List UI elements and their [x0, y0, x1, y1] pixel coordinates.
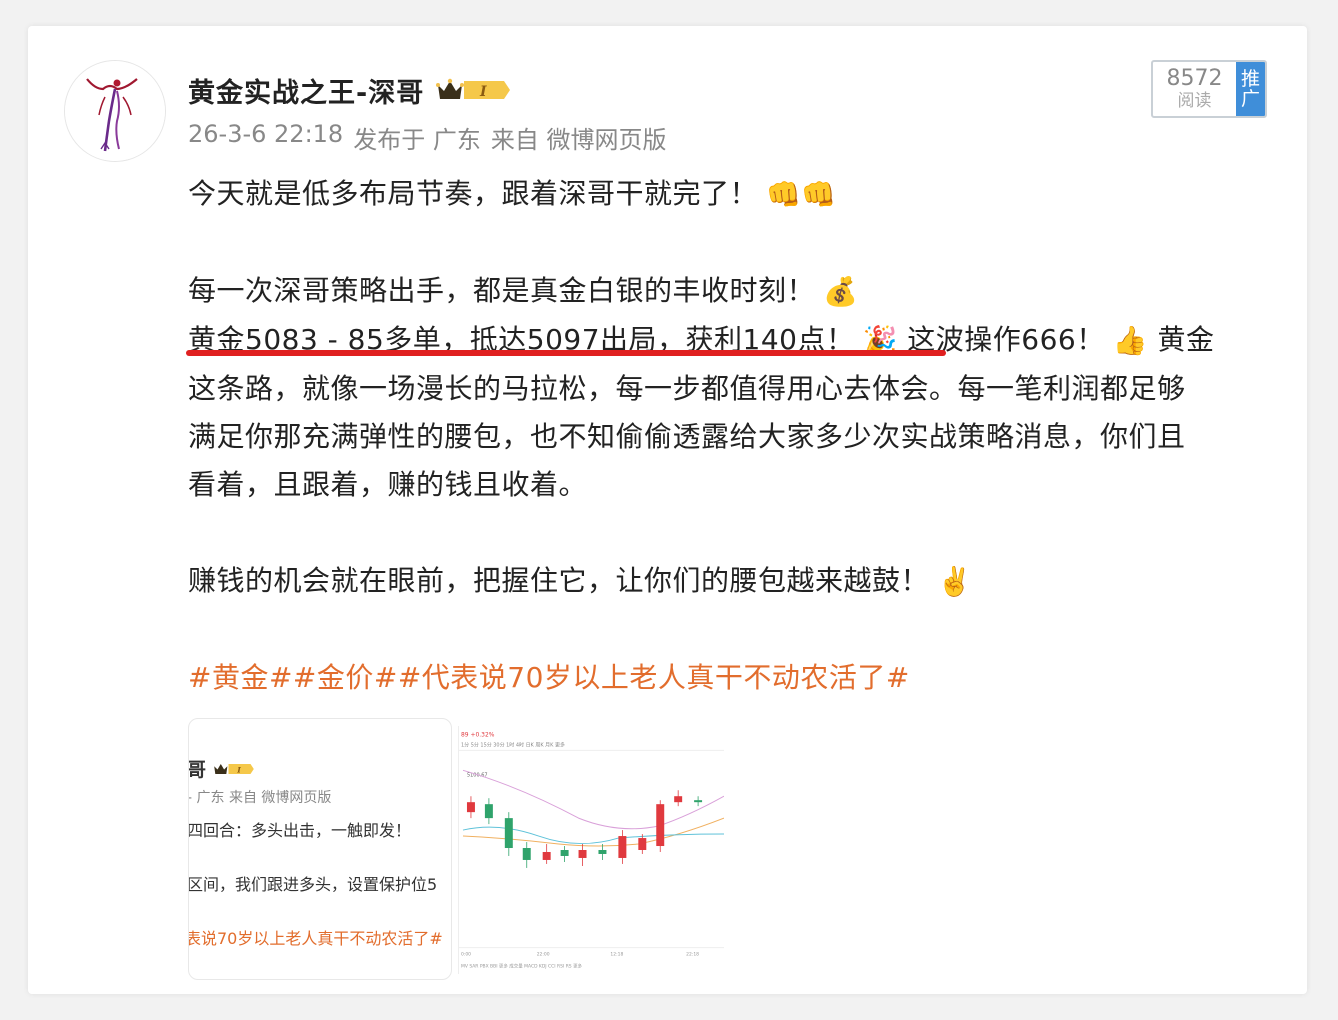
post-meta: 26-3-6 22:18 发布于 广东 来自 微博网页版: [188, 120, 666, 155]
post-source: 来自 微博网页版: [490, 126, 667, 154]
kline-header-text: 89 +0.32%: [461, 731, 495, 738]
kline-candle-body: [504, 818, 513, 849]
thumb1-author-fragment: 哥: [188, 759, 207, 781]
promote-label-2: 广: [1240, 88, 1260, 110]
money-bag-emoji-icon: 💰: [823, 275, 859, 308]
fist-emoji-icon: 👊👊: [766, 178, 837, 211]
thumb1-header: 哥 I: [188, 755, 256, 782]
thumb1-text-2: 区间，我们跟进多头，设置保护位5: [188, 875, 438, 894]
svg-text:MV SAR PBX BBI 更多 成交量 MA: MV SAR PBX BBI 更多 成交量 MACD KDJ CCI RSI R…: [461, 963, 583, 970]
post-line-5: 满足你那充满弹性的腰包，也不知偷偷透露给大家多少次实战策略消息，你们且: [188, 420, 1186, 453]
svg-text:22:00: 22:00: [537, 952, 550, 958]
red-annotation-underline: [186, 350, 946, 356]
hashtags[interactable]: #黄金##金价##代表说70岁以上老人真干不动农活了#: [188, 654, 1268, 702]
thumb1-text-1: 四回合：多头出击，一触即发！: [188, 821, 412, 840]
post-line-4: 这条路，就像一场漫长的马拉松，每一步都值得用心去体会。每一笔利润都足够: [188, 372, 1186, 405]
kline-candle-body: [578, 850, 587, 858]
promote-button[interactable]: 推 广: [1236, 62, 1265, 116]
read-count: 8572 阅读: [1153, 62, 1236, 116]
post-line-7: 赚钱的机会就在眼前，把握住它，让你们的腰包越来越鼓！ ✌️: [188, 557, 1268, 606]
kline-candle-body: [638, 838, 647, 850]
avatar-figure-icon: [65, 61, 165, 161]
svg-text:12:18: 12:18: [610, 952, 623, 958]
read-count-label: 阅读: [1177, 91, 1212, 111]
image-thumbnail-1[interactable]: 哥 I - 广东 来自 微博网页版 四回合：多头出击，一触即发！ 区间，我们跟进…: [188, 718, 452, 980]
author-avatar[interactable]: [64, 60, 166, 162]
thumb1-hashtags: 表说70岁以上老人真干不动农活了#: [188, 929, 443, 948]
kline-candle-body: [522, 848, 531, 860]
victory-hand-emoji-icon: ✌️: [937, 565, 973, 598]
image-thumbnail-2-kline-chart[interactable]: 89 +0.32% 1分 5分 15分 30分 1时 4时 日K 周K 月K 更…: [458, 726, 724, 974]
kline-candle-body: [542, 851, 551, 860]
kline-candle-body: [560, 850, 569, 856]
weibo-post-card: 黄金实战之王-深哥 I 26-3-6 22:18 发布于 广东 来自 微博网页版…: [28, 26, 1307, 994]
read-count-number: 8572: [1166, 66, 1223, 91]
read-count-box: 8572 阅读 推 广: [1151, 60, 1267, 118]
svg-text:1分 5分 15分 30分 1时 4时 日K: 1分 5分 15分 30分 1时 4时 日K 周K 月K 更多: [461, 741, 565, 748]
post-time[interactable]: 26-3-6 22:18: [188, 120, 343, 155]
badge-level-text: I: [479, 84, 487, 100]
thumbs-up-emoji-icon: 👍: [1112, 324, 1149, 357]
thumb1-crown-badge-icon: I: [214, 763, 254, 774]
kline-candle-body: [484, 804, 493, 819]
kline-chart-svg: 89 +0.32% 1分 5分 15分 30分 1时 4时 日K 周K 月K 更…: [459, 726, 724, 974]
thumb1-meta: - 广东 来自 微博网页版: [188, 790, 332, 806]
kline-candle-body: [598, 850, 607, 854]
post-line-3: 黄金5083 - 85多单，抵达5097出局，获利140点！ 🎉 这波操作666！…: [188, 316, 1268, 365]
kline-candle-body: [618, 836, 627, 858]
post-line-1: 今天就是低多布局节奏，跟着深哥干就完了！ 👊👊: [188, 170, 1268, 219]
promote-label-1: 推: [1240, 68, 1260, 90]
party-popper-emoji-icon: 🎉: [862, 324, 898, 357]
kline-candle-body: [674, 796, 683, 803]
post-body: 今天就是低多布局节奏，跟着深哥干就完了！ 👊👊 每一次深哥策略出手，都是真金白银的…: [188, 170, 1268, 702]
post-location: 发布于 广东: [353, 126, 481, 154]
kline-candle-body: [656, 804, 665, 847]
vip-crown-badge-icon[interactable]: I: [434, 75, 514, 105]
svg-text:22:18: 22:18: [686, 952, 699, 958]
svg-text:0:00: 0:00: [461, 952, 471, 958]
kline-candle-body: [694, 800, 703, 803]
svg-text:I: I: [236, 765, 241, 774]
kline-candle-body: [466, 802, 475, 813]
author-name[interactable]: 黄金实战之王-深哥: [188, 71, 424, 110]
post-line-2: 每一次深哥策略出手，都是真金白银的丰收时刻！ 💰: [188, 267, 1268, 316]
post-line-6: 看着，且跟着，赚的钱且收着。: [188, 468, 588, 501]
author-row: 黄金实战之王-深哥 I: [188, 70, 514, 110]
